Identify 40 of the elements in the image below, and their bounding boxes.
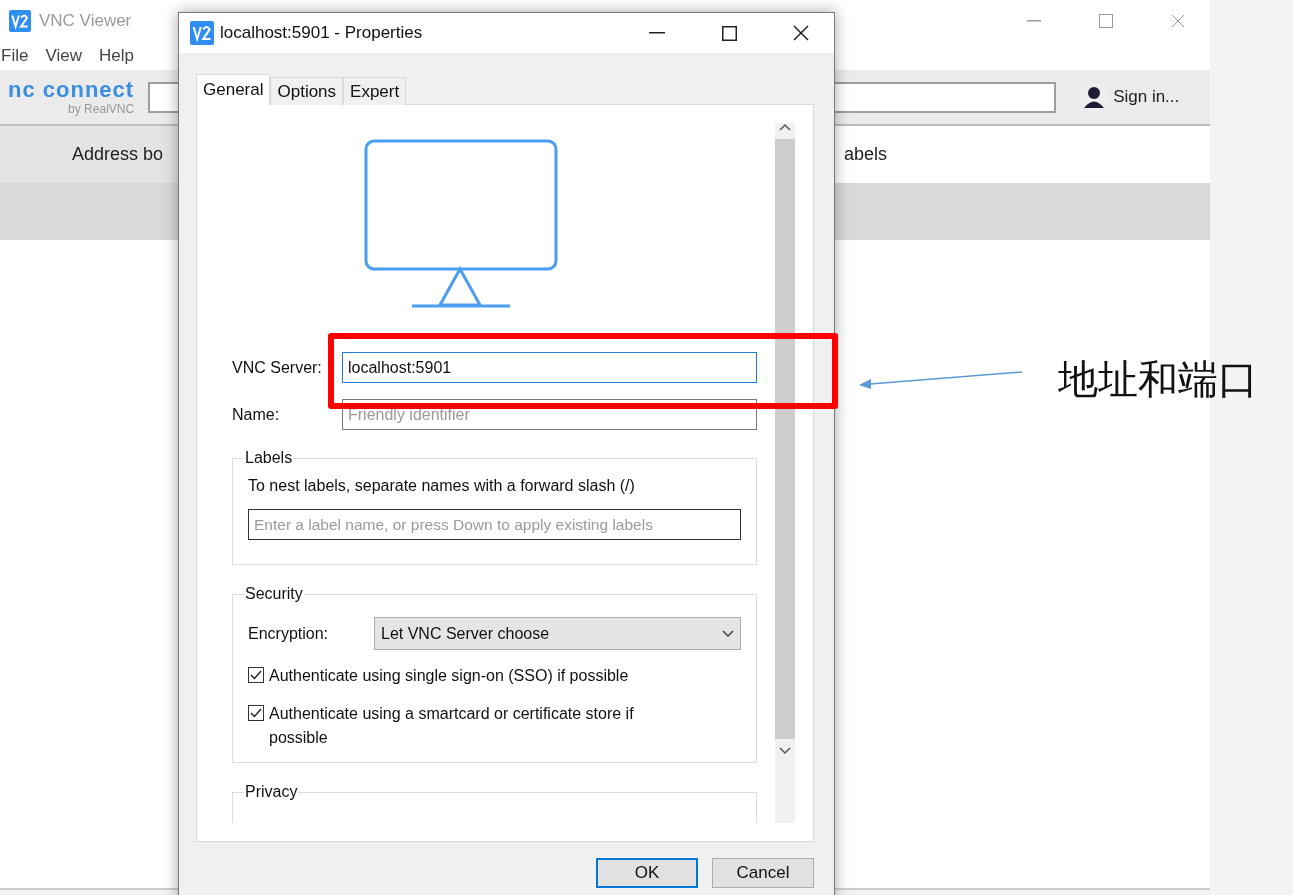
- maximize-icon: [721, 25, 737, 41]
- checkbox-label: Authenticate using single sign-on (SSO) if possible: [269, 666, 629, 686]
- chevron-down-icon: [779, 747, 791, 755]
- field-label: Encryption:: [248, 624, 330, 643]
- app-logo-icon: [9, 10, 31, 32]
- app-logo-icon: [190, 21, 214, 45]
- menu-item[interactable]: View: [40, 46, 90, 66]
- monitor-icon: [364, 139, 558, 308]
- close-icon: [1171, 14, 1185, 28]
- minimize-icon: [1027, 20, 1041, 22]
- tab[interactable]: Options: [270, 77, 344, 105]
- group-title: Labels: [244, 449, 294, 467]
- dialog-title: localhost:5901 - Properties: [220, 23, 424, 43]
- field-label: VNC Server:: [232, 358, 323, 377]
- field-label: Name:: [232, 405, 281, 424]
- logo-wordmark: nc connect: [8, 79, 135, 101]
- sign-in-link[interactable]: Sign in...: [1113, 87, 1180, 107]
- chevron-up-icon: [779, 123, 791, 131]
- annotation-text: 地址和端口: [1058, 355, 1258, 404]
- minimize-icon: [649, 32, 665, 34]
- checkbox[interactable]: [248, 705, 264, 721]
- label-field[interactable]: Enter a label name, or press Down to apply existing labels: [248, 509, 741, 540]
- server-field[interactable]: localhost:5901: [342, 352, 757, 383]
- checkbox[interactable]: [248, 667, 264, 683]
- logo-byline: by RealVNC: [68, 103, 135, 115]
- group-title: Security: [244, 585, 304, 603]
- maximize-icon: [1099, 14, 1113, 28]
- hint-text: To nest labels, separate names with a forward slash (/): [248, 477, 636, 495]
- dialog-button[interactable]: OK: [596, 858, 698, 888]
- window-title: VNC Viewer: [39, 11, 133, 31]
- menu-item[interactable]: File: [0, 46, 37, 66]
- tab[interactable]: Expert: [343, 77, 407, 105]
- encryption-dropdown[interactable]: Let VNC Server choose: [374, 617, 741, 650]
- menu-item[interactable]: Help: [93, 46, 142, 66]
- group-title: Privacy: [244, 783, 299, 801]
- close-icon: [793, 25, 809, 41]
- dialog-button[interactable]: Cancel: [712, 858, 814, 888]
- chevron-down-icon: [722, 630, 734, 637]
- checkbox-label: Authenticate using a smartcard or certificate store if possible: [269, 704, 635, 748]
- tab[interactable]: General: [196, 74, 271, 105]
